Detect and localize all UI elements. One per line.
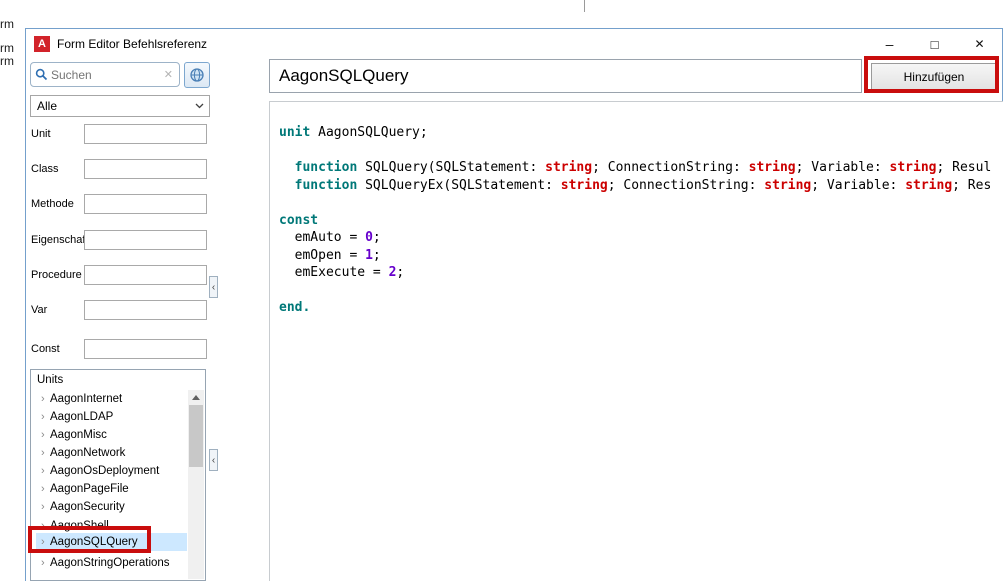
list-item-label: AagonLDAP (50, 411, 113, 423)
list-item-aagonstringoperations[interactable]: ›AagonStringOperations (36, 554, 187, 572)
chevron-down-icon (189, 103, 209, 109)
chevron-right-icon: › (36, 393, 50, 405)
units-list-header: Units (37, 374, 63, 386)
list-item-aagoninternet[interactable]: ›AagonInternet (36, 390, 187, 408)
chevron-right-icon: › (36, 557, 50, 569)
code-line: function SQLQueryEx(SQLStatement: string… (279, 177, 1003, 195)
splitter-collapse-button-top[interactable]: ‹ (209, 276, 218, 298)
list-item-aagonsecurity[interactable]: ›AagonSecurity (36, 498, 187, 516)
code-line (279, 194, 1003, 212)
filter-dropdown-value: Alle (37, 99, 57, 113)
chevron-right-icon: › (36, 447, 50, 459)
background-text-fragment: rm (0, 41, 14, 55)
app-window: A Form Editor Befehlsreferenz – □ ✕ ✕ (25, 28, 1003, 581)
code-line (279, 282, 1003, 300)
class-field[interactable] (84, 159, 207, 179)
command-name-input[interactable] (269, 59, 862, 93)
scroll-up-icon (192, 395, 200, 400)
search-input[interactable] (51, 68, 162, 82)
app-icon: A (34, 36, 50, 52)
background-window-edge (584, 0, 585, 12)
code-line: emAuto = 0; (279, 229, 1003, 247)
minimize-button[interactable]: – (867, 29, 912, 59)
background-text-fragment: rm (0, 17, 14, 31)
list-item-label: AagonPageFile (50, 483, 129, 495)
clear-search-icon[interactable]: ✕ (164, 68, 173, 81)
methode-field[interactable] (84, 194, 207, 214)
globe-icon (189, 67, 205, 83)
scrollbar-thumb[interactable] (189, 405, 203, 467)
code-line: emOpen = 1; (279, 247, 1003, 265)
window-controls: – □ ✕ (867, 29, 1002, 59)
maximize-button[interactable]: □ (912, 29, 957, 59)
field-row-const: Const (31, 339, 231, 359)
desktop-background: rm rm rm A Form Editor Befehlsreferenz –… (0, 0, 1003, 581)
chevron-right-icon: › (36, 465, 50, 477)
search-box: ✕ (30, 62, 180, 87)
code-line: function SQLQuery(SQLStatement: string; … (279, 159, 1003, 177)
list-item-label: AagonNetwork (50, 447, 125, 459)
eigenschaft-field[interactable] (84, 230, 207, 250)
field-row-methode: Methode (31, 194, 231, 214)
procedure-field[interactable] (84, 265, 207, 285)
code-content: unit AagonSQLQuery; function SQLQuery(SQ… (279, 124, 1003, 317)
list-item-aagonldap[interactable]: ›AagonLDAP (36, 408, 187, 426)
annotation-box-add-button (864, 56, 999, 93)
const-label: Const (31, 343, 60, 355)
close-button[interactable]: ✕ (957, 29, 1002, 59)
code-line: emExecute = 2; (279, 264, 1003, 282)
list-item-label: AagonOsDeployment (50, 465, 159, 477)
code-line: end. (279, 299, 1003, 317)
chevron-right-icon: › (36, 411, 50, 423)
search-icon (35, 68, 48, 81)
title-bar: A Form Editor Befehlsreferenz – □ ✕ (26, 29, 1002, 59)
field-row-eigenschaft: Eigenschaft (31, 230, 231, 250)
list-item-aagonmisc[interactable]: ›AagonMisc (36, 426, 187, 444)
field-row-var: Var (31, 300, 231, 320)
list-item-label: AagonStringOperations (50, 557, 170, 569)
eigenschaft-label: Eigenschaft (31, 234, 88, 246)
procedure-label: Procedure (31, 269, 82, 281)
field-row-unit: Unit (31, 124, 231, 144)
annotation-box-selected-unit (28, 526, 151, 553)
code-line (279, 142, 1003, 160)
field-row-class: Class (31, 159, 231, 179)
code-line: const (279, 212, 1003, 230)
unit-field[interactable] (84, 124, 207, 144)
var-field[interactable] (84, 300, 207, 320)
scroll-up-button[interactable] (188, 390, 204, 405)
code-line: unit AagonSQLQuery; (279, 124, 1003, 142)
units-scrollbar[interactable] (188, 390, 204, 579)
list-item-aagonosdeployment[interactable]: ›AagonOsDeployment (36, 462, 187, 480)
methode-label: Methode (31, 198, 74, 210)
chevron-right-icon: › (36, 501, 50, 513)
background-text-fragment: rm (0, 54, 14, 68)
list-item-label: AagonSecurity (50, 501, 125, 513)
class-label: Class (31, 163, 59, 175)
unit-label: Unit (31, 128, 51, 140)
filter-dropdown[interactable]: Alle (30, 95, 210, 117)
online-help-button[interactable] (184, 62, 210, 88)
const-field[interactable] (84, 339, 207, 359)
chevron-right-icon: › (36, 429, 50, 441)
field-row-procedure: Procedure (31, 265, 231, 285)
window-title: Form Editor Befehlsreferenz (57, 37, 207, 51)
list-item-label: AagonInternet (50, 393, 122, 405)
chevron-right-icon: › (36, 483, 50, 495)
splitter-collapse-button-bottom[interactable]: ‹ (209, 449, 218, 471)
var-label: Var (31, 304, 47, 316)
list-item-label: AagonMisc (50, 429, 107, 441)
list-item-aagonnetwork[interactable]: ›AagonNetwork (36, 444, 187, 462)
list-item-aagonpagefile[interactable]: ›AagonPageFile (36, 480, 187, 498)
code-viewer[interactable]: unit AagonSQLQuery; function SQLQuery(SQ… (269, 101, 1003, 581)
